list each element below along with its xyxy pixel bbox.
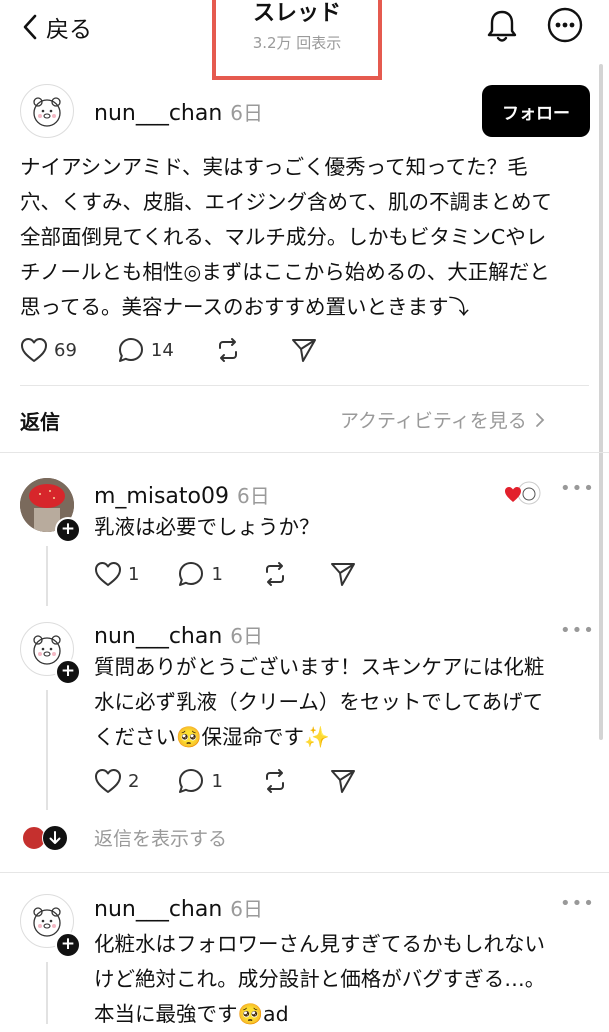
chevron-right-icon [535, 412, 545, 427]
avatar[interactable] [20, 84, 74, 138]
follow-plus-icon[interactable]: + [55, 517, 81, 543]
post-text-line: 穴、くすみ、皮脂、エイジング含めて、肌の不調まとめて [20, 190, 552, 214]
post-text-line: チノールとも相性◎まずはここから始めるの、大正解だと [20, 260, 550, 284]
back-label: 戻る [46, 17, 92, 43]
show-replies-button[interactable]: 返信を表示する [22, 824, 227, 851]
chevron-left-icon [23, 14, 37, 40]
post-actions: 69 14 [20, 336, 318, 364]
post-header: nun___chan 6日 [94, 97, 263, 126]
repost-button[interactable] [261, 560, 289, 588]
heart-icon [95, 562, 121, 586]
comment-count: 1 [211, 563, 223, 585]
page-title: スレッド [252, 1, 341, 26]
follow-plus-icon[interactable]: + [55, 659, 81, 685]
activity-link-label: アクティビティを見る [340, 410, 527, 432]
replies-label: 返信 [20, 410, 60, 434]
post-text-line: 化粧水はフォロワーさん見すぎてるかもしれない [94, 932, 545, 956]
comment-button[interactable]: 1 [177, 560, 223, 588]
repost-icon [265, 769, 284, 793]
heart-avatar-icon [505, 481, 541, 505]
more-options-button[interactable] [546, 6, 584, 44]
scrollbar[interactable] [599, 64, 603, 740]
reply-text-line: ください🥺保湿命です✨ [94, 725, 330, 749]
view-count: 3.2万 回表示 [252, 34, 342, 52]
post-text-line: けど絶対これ。成分設計と価格がバグすぎる…。 [94, 967, 546, 991]
comment-icon [179, 769, 204, 793]
share-button[interactable] [329, 560, 357, 588]
comment-button[interactable]: 14 [117, 336, 174, 364]
like-count: 2 [128, 770, 140, 792]
comment-icon [118, 338, 143, 362]
comment-count: 14 [150, 339, 174, 361]
like-count: 1 [128, 563, 140, 585]
reply-header: m_misato09 6日 [94, 480, 270, 509]
show-replies-label: 返信を表示する [94, 828, 228, 850]
reply-actions: 2 1 [94, 767, 357, 795]
repost-button[interactable] [261, 767, 289, 795]
reply-more-icon[interactable]: ••• [560, 478, 595, 499]
username[interactable]: nun___chan [94, 624, 222, 649]
heart-icon [21, 338, 47, 362]
like-button[interactable]: 69 [20, 337, 77, 363]
post-time: 6日 [230, 101, 264, 125]
divider [0, 452, 609, 453]
bear-avatar-icon [33, 97, 61, 127]
post-time: 6日 [230, 897, 264, 921]
post-text: 化粧水はフォロワーさん見すぎてるかもしれない けど絶対これ。成分設計と価格がバグ… [94, 927, 594, 1032]
notifications-button[interactable] [484, 6, 520, 46]
liked-by-author-badge [503, 480, 543, 512]
thread-line [46, 690, 48, 810]
reply-text: 乳液は必要でしょうか？ [94, 515, 320, 539]
follow-plus-icon[interactable]: + [55, 932, 81, 958]
thread-line [46, 962, 48, 1024]
reply-avatars [22, 824, 70, 851]
like-button[interactable]: 2 [94, 768, 139, 794]
share-button[interactable] [290, 336, 318, 364]
more-circle-icon [547, 7, 583, 43]
comment-icon [179, 562, 204, 586]
send-icon [330, 563, 355, 586]
post-text: ナイアシンアミド、実はすっごく優秀って知ってた？毛 穴、くすみ、皮脂、エイジング… [20, 150, 595, 325]
post-more-icon[interactable]: ••• [560, 893, 595, 914]
post-text-line: 本当に最強です🥺ad [94, 1002, 289, 1026]
like-button[interactable]: 1 [94, 561, 139, 587]
username[interactable]: nun___chan [94, 897, 222, 922]
activity-link[interactable]: アクティビティを見る [340, 406, 545, 433]
post-text-line: ナイアシンアミド、実はすっごく優秀って知ってた？毛 [20, 155, 528, 179]
username[interactable]: nun___chan [94, 101, 222, 126]
heart-icon [95, 769, 121, 793]
reply-text-line: 質問ありがとうございます！スキンケアには化粧 [94, 655, 545, 679]
username[interactable]: m_misato09 [94, 484, 229, 509]
comment-button[interactable]: 1 [177, 767, 223, 795]
thread-line [46, 546, 48, 606]
reply-time: 6日 [237, 484, 270, 508]
follow-button[interactable]: フォロー [482, 85, 590, 137]
repost-icon [218, 338, 237, 362]
post-header: nun___chan 6日 [94, 893, 263, 922]
repost-icon [265, 562, 284, 586]
post-text-line: 全部面倒見てくれる、マルチ成分。しかもビタミンCやレ [20, 225, 547, 249]
back-button[interactable]: 戻る [22, 10, 92, 44]
thread-title-box: スレッド 3.2万 回表示 [212, 0, 382, 80]
send-icon [291, 339, 316, 362]
comment-count: 1 [211, 770, 223, 792]
reply-header: nun___chan 6日 [94, 620, 263, 649]
bell-icon [487, 10, 517, 42]
reply-text: 質問ありがとうございます！スキンケアには化粧 水に必ず乳液（クリーム）をセットで… [94, 650, 594, 755]
repost-button[interactable] [214, 336, 242, 364]
post-text-line: 思ってる。美容ナースのおすすめ置いときます⤵ [20, 295, 469, 319]
like-count: 69 [54, 339, 77, 361]
down-arrow-icon [42, 824, 68, 851]
reply-more-icon[interactable]: ••• [560, 620, 595, 641]
share-button[interactable] [329, 767, 357, 795]
reply-time: 6日 [230, 624, 264, 648]
send-icon [330, 770, 355, 793]
divider [20, 385, 589, 386]
divider [0, 872, 609, 873]
reply-text-line: 水に必ず乳液（クリーム）をセットでしてあげて [94, 690, 544, 714]
reply-actions: 1 1 [94, 560, 357, 588]
